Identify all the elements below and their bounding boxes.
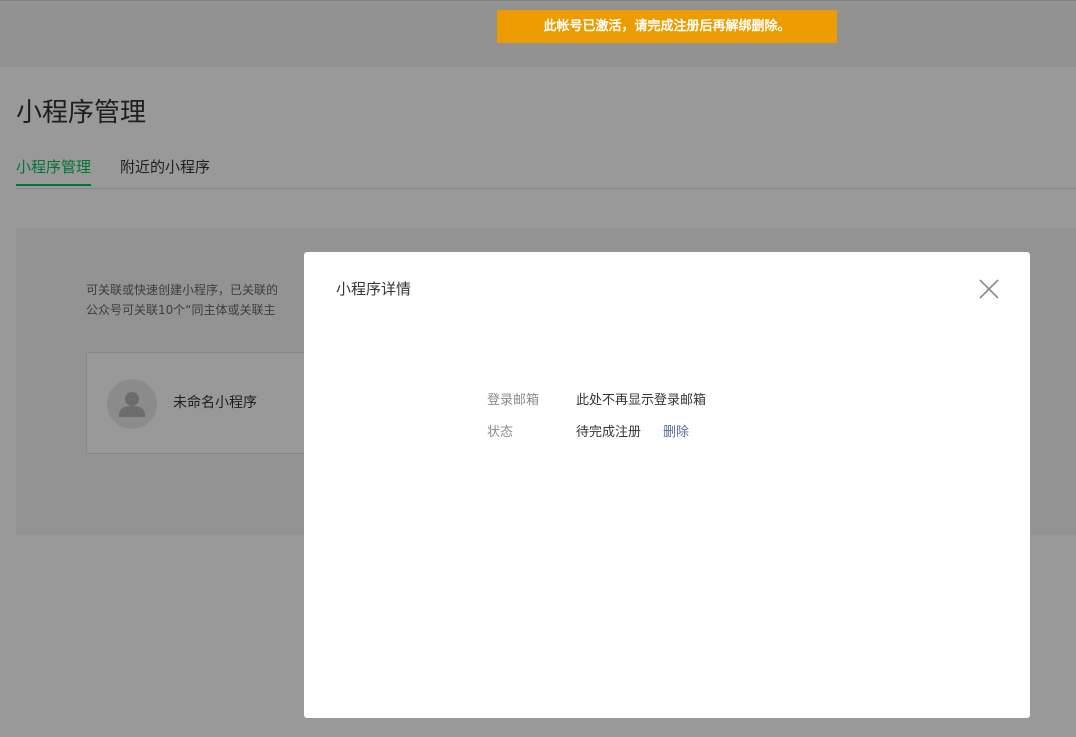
detail-label: 登录邮箱 bbox=[487, 393, 540, 408]
close-button[interactable] bbox=[976, 276, 1002, 302]
detail-value: 此处不再显示登录邮箱 bbox=[576, 393, 707, 408]
detail-label: 状态 bbox=[487, 425, 514, 440]
app-page: 小程序管理 小程序管理 附近的小程序 可关联或快速创建小程序，已关联的 公众号可… bbox=[0, 0, 1076, 737]
close-icon bbox=[979, 279, 999, 299]
activation-notice-banner: 此帐号已激活，请完成注册后再解绑删除。 bbox=[497, 10, 837, 43]
detail-value: 待完成注册 bbox=[576, 425, 642, 440]
dialog-title: 小程序详情 bbox=[336, 280, 412, 298]
miniprogram-detail-dialog: 小程序详情 登录邮箱 此处不再显示登录邮箱 状态 待完成注册 删除 bbox=[304, 252, 1030, 718]
delete-link[interactable]: 删除 bbox=[663, 423, 689, 443]
